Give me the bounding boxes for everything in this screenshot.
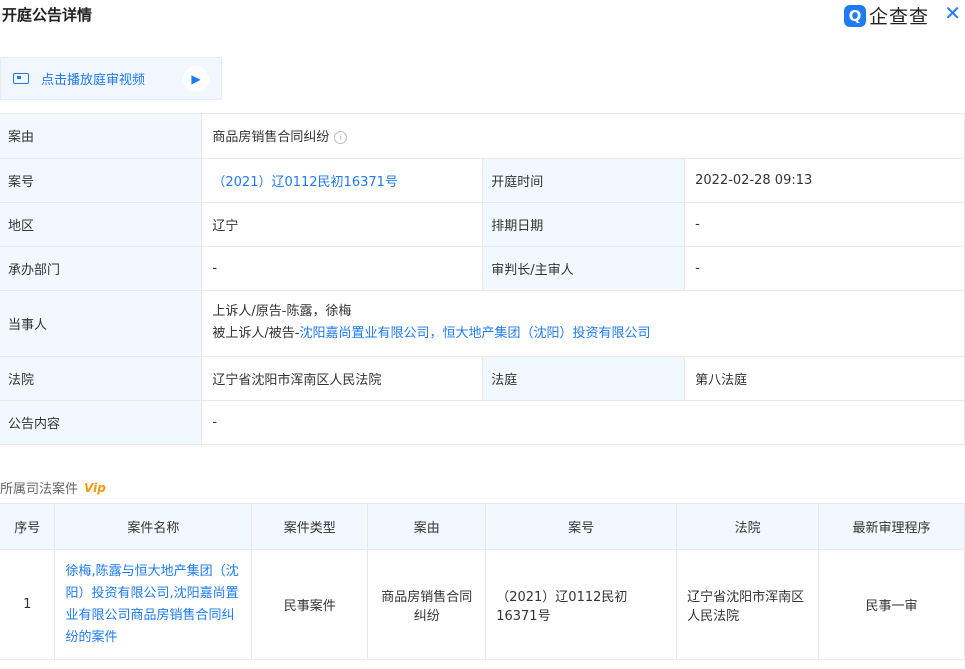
row-index: 1	[0, 549, 56, 660]
col-header-name: 案件名称	[54, 503, 253, 550]
hearing-time-label: 开庭时间	[482, 158, 686, 203]
table-row: 1 徐梅,陈露与恒大地产集团（沈阳）投资有限公司,沈阳嘉尚置业有限公司商品房销售…	[0, 549, 965, 660]
case-type: 民事案件	[251, 549, 369, 660]
brand-name: 企查查	[868, 6, 929, 28]
play-icon[interactable]: ▶	[183, 66, 209, 92]
col-header-stage: 最新审理程序	[818, 503, 965, 550]
close-icon[interactable]: ✕	[944, 2, 961, 24]
col-header-case-no: 案号	[485, 503, 678, 550]
court-label: 法院	[0, 356, 203, 401]
room-label: 法庭	[482, 356, 686, 401]
judge-value: -	[684, 246, 965, 291]
row-region: 地区 辽宁 排期日期 -	[0, 202, 965, 247]
col-header-type: 案件类型	[251, 503, 369, 550]
separator: ，	[429, 326, 443, 341]
defendants-prefix: 被上诉人/被告-	[212, 326, 300, 341]
vip-icon: Vip	[84, 480, 106, 495]
judge-label: 审判长/主审人	[482, 246, 686, 291]
info-icon[interactable]: i	[334, 131, 348, 145]
dept-label: 承办部门	[0, 246, 203, 291]
parties-cell: 上诉人/原告-陈露，徐梅 被上诉人/被告-沈阳嘉尚置业有限公司，恒大地产集团（沈…	[201, 290, 965, 357]
row-content: 公告内容 -	[0, 400, 965, 445]
row-parties: 当事人 上诉人/原告-陈露，徐梅 被上诉人/被告-沈阳嘉尚置业有限公司，恒大地产…	[0, 290, 965, 357]
content-value: -	[201, 400, 965, 445]
defendants: 被上诉人/被告-沈阳嘉尚置业有限公司，恒大地产集团（沈阳）投资有限公司	[212, 323, 954, 345]
case-reason-cell: 商品房销售合同纠纷 i	[201, 114, 965, 159]
brand-logo: Q 企查查	[843, 2, 929, 29]
defendant-link-evergrande[interactable]: 恒大地产集团（沈阳）投资有限公司	[442, 326, 650, 341]
video-icon	[13, 73, 29, 84]
related-cases-table: 序号 案件名称 案件类型 案由 案号 法院 最新审理程序 1 徐梅,陈露与恒大地…	[0, 503, 965, 660]
case-reason-value: 商品房销售合同纠纷	[212, 130, 330, 146]
qichacha-logo-icon: Q	[843, 4, 866, 27]
related-cases-title: 所属司法案件 Vip	[0, 478, 106, 498]
defendant-link-jiashang[interactable]: 沈阳嘉尚置业有限公司	[299, 326, 429, 341]
case-no-label: 案号	[0, 158, 203, 203]
case-no-link[interactable]: （2021）辽0112民初16371号	[201, 158, 484, 203]
row-court: 法院 辽宁省沈阳市浑南区人民法院 法庭 第八法庭	[0, 356, 965, 401]
case-court: 辽宁省沈阳市浑南区人民法院	[676, 549, 820, 660]
row-case-no: 案号 （2021）辽0112民初16371号 开庭时间 2022-02-28 0…	[0, 158, 965, 203]
col-header-index: 序号	[0, 503, 56, 550]
schedule-value: -	[684, 202, 965, 247]
case-name-link[interactable]: 徐梅,陈露与恒大地产集团（沈阳）投资有限公司,沈阳嘉尚置业有限公司商品房销售合同…	[54, 549, 253, 660]
room-value: 第八法庭	[684, 356, 965, 401]
case-reason-label: 案由	[0, 114, 203, 159]
page-title: 开庭公告详情	[2, 6, 93, 24]
dept-value: -	[201, 246, 484, 291]
region-value: 辽宁	[201, 202, 484, 247]
hearing-time-value: 2022-02-28 09:13	[684, 158, 965, 203]
row-dept: 承办部门 - 审判长/主审人 -	[0, 246, 965, 291]
court-value: 辽宁省沈阳市浑南区人民法院	[201, 356, 484, 401]
play-video-label: 点击播放庭审视频	[41, 73, 146, 88]
col-header-court: 法院	[676, 503, 820, 550]
table-header: 序号 案件名称 案件类型 案由 案号 法院 最新审理程序	[0, 503, 965, 550]
region-label: 地区	[0, 202, 203, 247]
content-label: 公告内容	[0, 400, 203, 445]
schedule-label: 排期日期	[482, 202, 686, 247]
plaintiffs: 上诉人/原告-陈露，徐梅	[212, 304, 352, 319]
case-reason: 商品房销售合同纠纷	[367, 549, 487, 660]
hearing-info-table: 案由 商品房销售合同纠纷 i 案号 （2021）辽0112民初16371号 开庭时…	[0, 114, 965, 445]
play-video-button[interactable]: 点击播放庭审视频 ▶	[0, 57, 222, 100]
case-number: （2021）辽0112民初16371号	[485, 549, 678, 660]
row-case-reason: 案由 商品房销售合同纠纷 i	[0, 114, 965, 159]
col-header-reason: 案由	[367, 503, 487, 550]
parties-label: 当事人	[0, 290, 203, 357]
section-title-text: 所属司法案件	[0, 482, 79, 497]
case-stage: 民事一审	[818, 549, 965, 660]
